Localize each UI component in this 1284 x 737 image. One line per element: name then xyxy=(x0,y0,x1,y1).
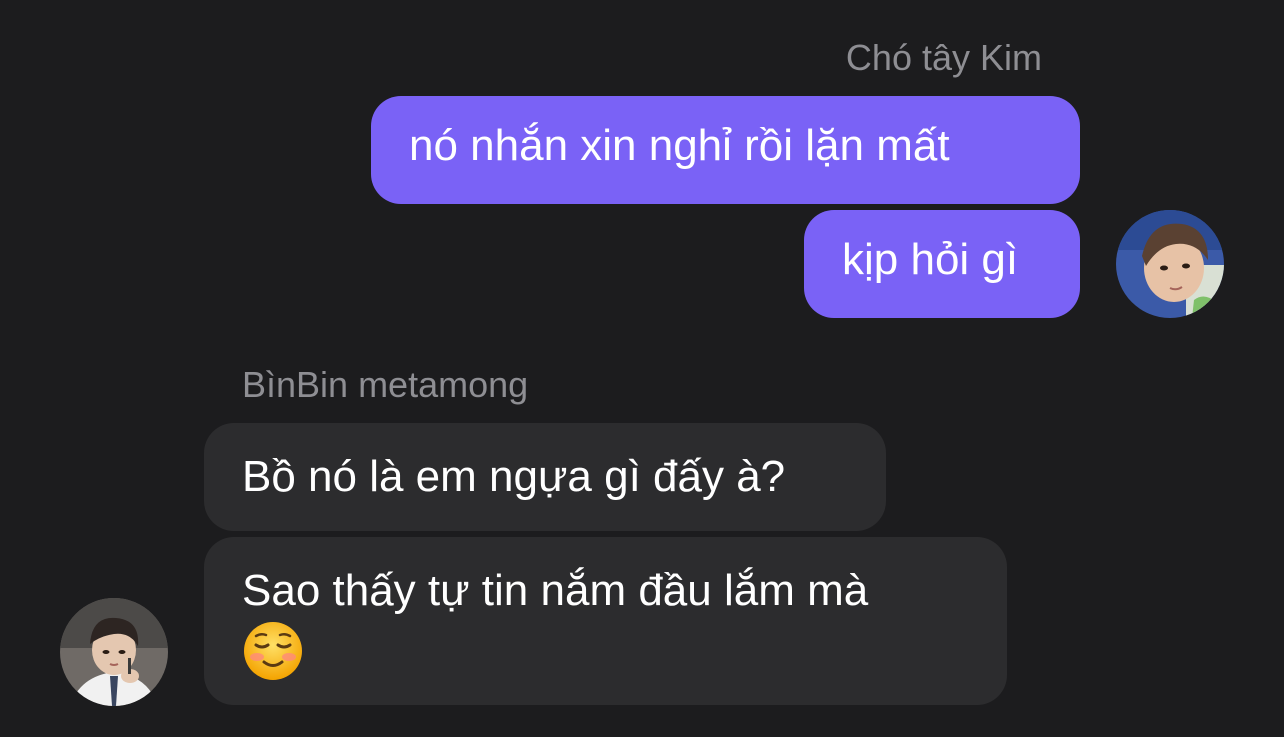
message-bubble-outgoing-2[interactable]: kịp hỏi gì xyxy=(804,210,1080,318)
sender-name-outgoing: Chó tây Kim xyxy=(845,37,1042,78)
message-text: kịp hỏi gì xyxy=(842,235,1019,284)
avatar-photo-icon[interactable] xyxy=(60,598,168,706)
message-bubble-outgoing-1[interactable]: nó nhắn xin nghỉ rồi lặn mất xyxy=(371,96,1080,204)
message-bubble-incoming-2[interactable]: Sao thấy tự tin nắm đầu lắm mà xyxy=(204,537,1007,705)
message-text: nó nhắn xin nghỉ rồi lặn mất xyxy=(409,121,950,170)
smiling-blush-emoji-icon xyxy=(242,620,304,695)
message-text: Bồ nó là em ngựa gì đấy à? xyxy=(242,452,786,501)
avatar-photo-icon[interactable] xyxy=(1116,210,1224,318)
message-text: Sao thấy tự tin nắm đầu lắm mà xyxy=(242,566,869,615)
sender-name-incoming: BìnBin metamong xyxy=(242,364,529,405)
message-bubble-incoming-1[interactable]: Bồ nó là em ngựa gì đấy à? xyxy=(204,423,886,531)
